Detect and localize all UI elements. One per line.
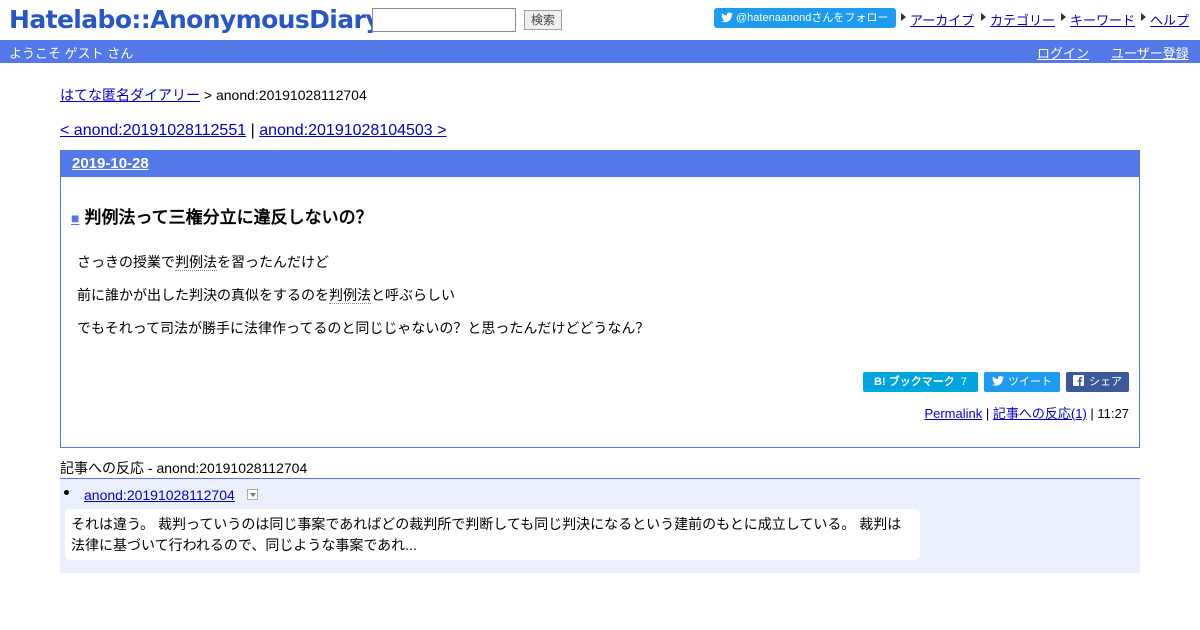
text-span: と呼ぶらしい [371, 287, 455, 303]
facebook-share-button[interactable]: シェア [1066, 372, 1129, 392]
entry-paragraph: 前に誰かが出した判決の真似をするのを判例法と呼ぶらしい [77, 286, 649, 304]
text-span: さっきの授業で [77, 254, 175, 270]
nav-help-link[interactable]: ヘルプ [1150, 13, 1189, 28]
breadcrumb: はてな匿名ダイアリー > anond:20191028112704 [60, 85, 367, 105]
nav-category-link[interactable]: カテゴリー [990, 13, 1055, 28]
welcome-bar: ようこそ ゲスト さん ログイン ユーザー登録 [0, 40, 1200, 63]
expand-toggle-icon[interactable] [247, 489, 258, 500]
permalink-link[interactable]: Permalink [924, 406, 982, 421]
nav-archive[interactable]: アーカイブ [901, 10, 974, 29]
bookmark-label: B! ブックマーク [874, 376, 955, 388]
next-entry-link[interactable]: anond:20191028104503 > [259, 122, 446, 139]
entry-title: ■ 判例法って三権分立に違反しないの？ [71, 203, 373, 228]
bookmark-count: 7 [960, 376, 967, 388]
tweet-label: ツイート [1008, 376, 1052, 388]
breadcrumb-current: anond:20191028112704 [215, 87, 367, 103]
search-button[interactable]: 検索 [524, 10, 562, 30]
twitter-follow-button[interactable]: @hatenaanondさんをフォロー [714, 8, 896, 28]
hatena-bookmark-button[interactable]: B! ブックマーク 7 [863, 372, 978, 392]
entry-time: 11:27 [1097, 406, 1129, 421]
reactions-list: anond:20191028112704 それは違う。 裁判っていうのは同じ事案… [60, 478, 1140, 573]
entry-meta: Permalink | 記事への反応(1) | 11:27 [924, 403, 1129, 422]
entry-permalink-square[interactable]: ■ [71, 210, 79, 226]
tweet-button[interactable]: ツイート [984, 372, 1060, 392]
entry-paragraph: さっきの授業で判例法を習ったんだけど [77, 253, 649, 271]
meta-separator: | [1090, 406, 1094, 421]
reaction-excerpt: それは違う。 裁判っていうのは同じ事案であればどの裁判所で判断しても同じ判決にな… [65, 509, 920, 560]
site-logo[interactable]: Hatelabo::AnonymousDiary [9, 5, 382, 34]
nav-category[interactable]: カテゴリー [981, 10, 1055, 29]
welcome-greeting: ようこそ ゲスト さん [9, 46, 134, 61]
search-input[interactable] [372, 8, 516, 32]
text-span: を習ったんだけど [217, 254, 329, 270]
reactions-link[interactable]: 記事への反応(1) [993, 406, 1087, 421]
nav-help[interactable]: ヘルプ [1141, 10, 1189, 29]
meta-separator: | [985, 406, 990, 421]
entry-body: さっきの授業で判例法を習ったんだけど 前に誰かが出した判決の真似をするのを判例法… [77, 253, 649, 352]
twitter-icon [992, 376, 1004, 386]
nav-keyword-link[interactable]: キーワード [1070, 13, 1135, 28]
login-link[interactable]: ログイン [1037, 43, 1089, 62]
site-header: Hatelabo::AnonymousDiary 検索 @hatenaanond… [0, 0, 1200, 40]
arrow-icon [1141, 13, 1146, 21]
nav-keyword[interactable]: キーワード [1061, 10, 1135, 29]
entry-date-bar: 2019-10-28 [61, 151, 1139, 177]
entry-date-link[interactable]: 2019-10-28 [72, 155, 149, 172]
list-bullet [64, 490, 69, 495]
entry-navigation: < anond:20191028112551 | anond:201910281… [60, 122, 447, 140]
prev-entry-link[interactable]: < anond:20191028112551 [60, 122, 246, 139]
arrow-icon [1061, 13, 1066, 21]
entry-paragraph: でもそれって司法が勝手に法律作ってるのと同じじゃないの？と思ったんだけどどうなん… [77, 320, 650, 336]
arrow-icon [901, 13, 906, 21]
breadcrumb-separator: > [203, 87, 213, 103]
text-span: 前に誰かが出した判決の真似をするのを [77, 287, 329, 303]
keyword-link[interactable]: 判例法 [329, 287, 371, 304]
twitter-follow-label: @hatenaanondさんをフォロー [736, 12, 889, 24]
keyword-link[interactable]: 判例法 [175, 254, 217, 271]
entry-title-text: 判例法って三権分立に違反しないの？ [84, 208, 373, 227]
nav-separator: | [250, 122, 255, 139]
twitter-icon [721, 12, 733, 23]
breadcrumb-home-link[interactable]: はてな匿名ダイアリー [60, 87, 200, 103]
reactions-heading: 記事への反応 - anond:20191028112704 [60, 460, 308, 476]
reaction-entry-link[interactable]: anond:20191028112704 [84, 487, 235, 503]
entry-box: 2019-10-28 ■ 判例法って三権分立に違反しないの？ さっきの授業で判例法… [60, 150, 1140, 448]
register-link[interactable]: ユーザー登録 [1111, 43, 1189, 62]
facebook-icon [1073, 375, 1084, 386]
facebook-label: シェア [1089, 376, 1122, 388]
arrow-icon [981, 13, 986, 21]
nav-archive-link[interactable]: アーカイブ [910, 13, 974, 28]
